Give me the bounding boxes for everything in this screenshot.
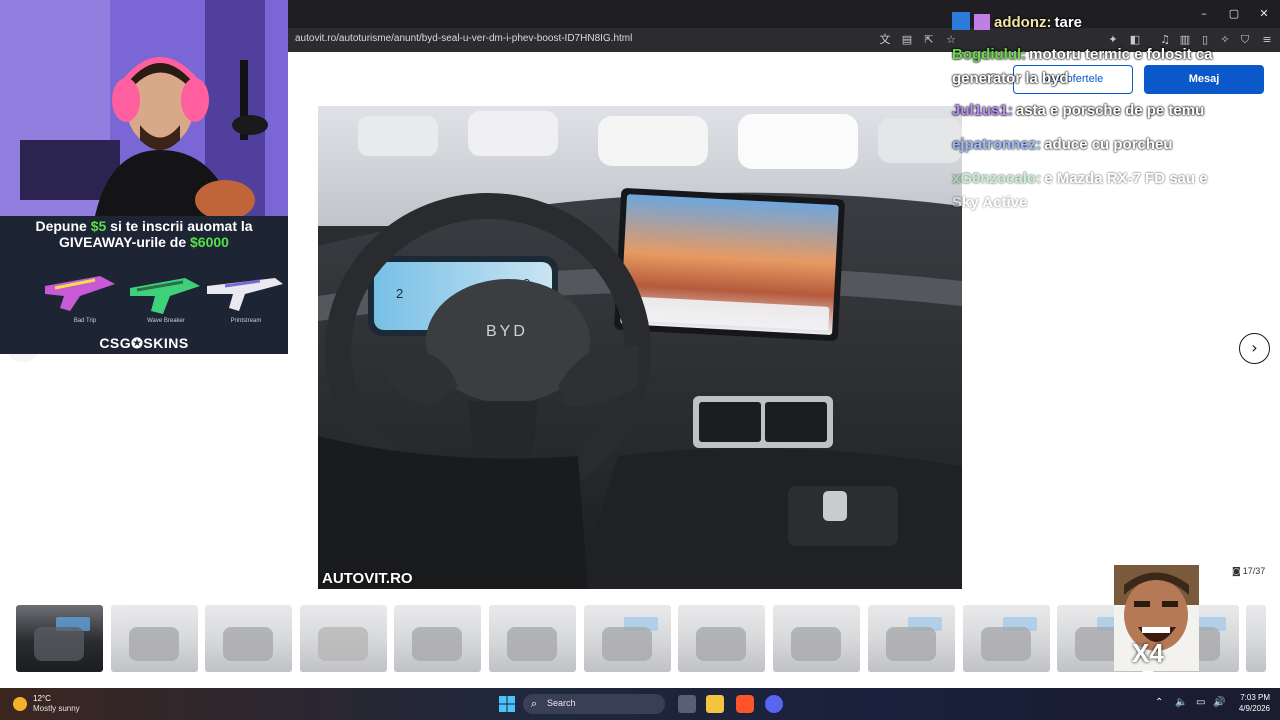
photo-counter-text: 17/37: [1242, 566, 1266, 576]
next-photo-button[interactable]: ›: [1239, 333, 1270, 364]
taskbar-search-label[interactable]: Search: [547, 698, 576, 708]
chat-message: ejpatronnez: aduce cu porcheu: [952, 136, 1173, 153]
gallery-thumbnail[interactable]: [300, 605, 387, 672]
autovit-watermark: AUTOVIT.RO: [322, 570, 413, 587]
reaction-emote: X4: [1114, 565, 1199, 671]
gallery-thumbnail[interactable]: [868, 605, 955, 672]
brave-browser-icon[interactable]: [736, 695, 754, 713]
chat-message-continued: Sky Active: [952, 194, 1028, 211]
gallery-thumbnail[interactable]: [394, 605, 481, 672]
promo-line-1: Depune $5 si te inscrii auomat la: [35, 218, 253, 234]
windows-taskbar: 12°C Mostly sunny ⌕ Search ⌃ 🔈 ▭ 🔊 7:03 …: [0, 688, 1280, 720]
photo-counter: ◙ 17/37: [1232, 566, 1265, 577]
chat-message: Jul1us1: asta e porsche de pe temu: [952, 102, 1205, 119]
chat-message-continued: generator la byd: [952, 70, 1069, 87]
share-icon[interactable]: ⇱: [922, 33, 936, 47]
reader-mode-icon[interactable]: ▤: [900, 33, 914, 47]
gallery-thumbnail[interactable]: [205, 605, 292, 672]
taskbar-search-box[interactable]: [523, 694, 665, 714]
promo-deposit-amount: $5: [90, 218, 107, 234]
skin-label: Bad Trip: [73, 318, 97, 324]
chat-message: Bogdiulul: motoru termic e folosit ca: [952, 46, 1213, 63]
awp-skin-icon: [207, 278, 283, 311]
main-gallery-photo[interactable]: 2 0 BYD AUTOVIT.RO: [318, 106, 962, 589]
promo-line-2: GIVEAWAY-urile de $6000: [59, 234, 229, 250]
gallery-thumbnail[interactable]: [16, 605, 103, 672]
translate-icon[interactable]: 文: [878, 33, 892, 47]
car-interior-photo: 2 0 BYD: [318, 106, 962, 589]
stream-chat-overlay: addonz: tare Bogdiulul: motoru termic e fo…: [952, 10, 1252, 220]
steering-wheel-logo: BYD: [486, 323, 528, 340]
moderator-badge-icon: [952, 12, 970, 30]
sponsor-promo-banner: Depune $5 si te inscrii auomat la GIVEAW…: [0, 216, 288, 354]
sun-icon[interactable]: [13, 697, 27, 711]
reaction-multiplier: X4: [1132, 638, 1164, 668]
skin-label: Printstream: [230, 318, 262, 324]
weather-temperature[interactable]: 12°C: [33, 694, 51, 703]
file-explorer-icon[interactable]: [706, 695, 724, 713]
cluster-left-reading: 2: [396, 286, 403, 301]
close-window-button[interactable]: ✕: [1256, 6, 1272, 22]
promo-giveaway-amount: $6000: [190, 234, 229, 250]
menu-icon[interactable]: ≡: [1260, 33, 1274, 47]
streamer-webcam: [0, 0, 288, 216]
gallery-thumbnail[interactable]: [489, 605, 576, 672]
volume-icon[interactable]: 🔊: [1213, 697, 1225, 708]
smg-skin-icon: [130, 278, 200, 314]
gallery-thumbnail[interactable]: [584, 605, 671, 672]
weather-description[interactable]: Mostly sunny: [33, 704, 80, 713]
speaker-icon[interactable]: 🔈: [1175, 697, 1187, 708]
gift-badge-icon: [974, 14, 990, 30]
display-icon[interactable]: ▭: [1196, 697, 1205, 708]
search-icon: ⌕: [531, 697, 538, 710]
gallery-thumbnail[interactable]: [963, 605, 1050, 672]
show-hidden-icons-chevron-icon[interactable]: ⌃: [1155, 697, 1163, 708]
skin-label: Wave Breaker: [147, 318, 185, 324]
rifle-skin-icon: [45, 276, 115, 311]
gallery-thumbnail[interactable]: [678, 605, 765, 672]
task-view-icon[interactable]: [678, 695, 696, 713]
windows-start-icon[interactable]: [499, 696, 515, 712]
url-text[interactable]: autovit.ro/autoturisme/anunt/byd-seal-u-…: [295, 33, 632, 44]
chat-message: addonz: tare: [952, 12, 1082, 34]
gallery-thumbnail[interactable]: [1246, 605, 1266, 672]
discord-icon[interactable]: [765, 695, 783, 713]
clock-date[interactable]: 4/9/2026: [1226, 704, 1270, 713]
chat-message: xG0nzocalo: e Mazda RX-7 FD sau e: [952, 170, 1208, 187]
webcam-feed: [0, 0, 288, 216]
camera-icon: ◙: [1232, 567, 1241, 577]
gallery-thumbnail[interactable]: [773, 605, 860, 672]
gallery-thumbnail[interactable]: [111, 605, 198, 672]
clock-time[interactable]: 7:03 PM: [1236, 693, 1270, 702]
csgoskins-logo: CSG✪SKINS: [99, 335, 189, 351]
thumbnail-strip: [16, 605, 1266, 672]
